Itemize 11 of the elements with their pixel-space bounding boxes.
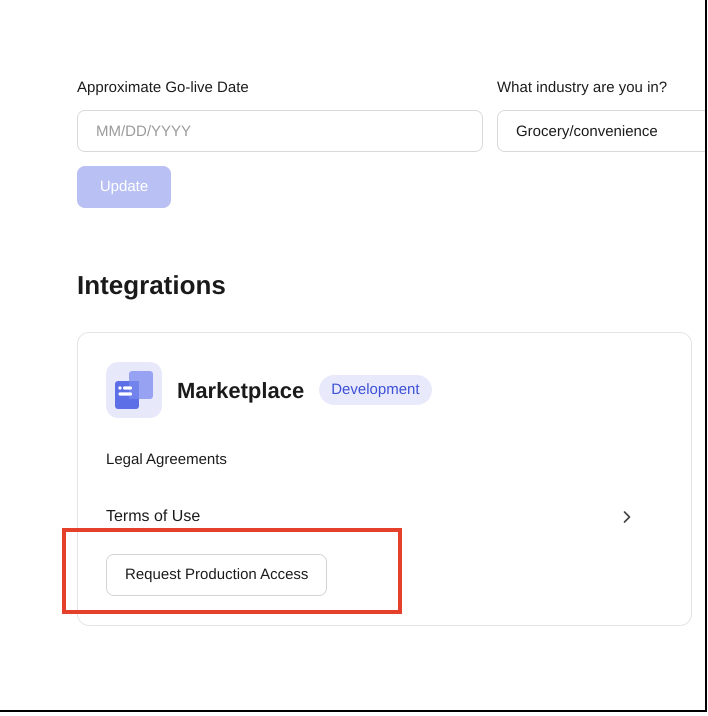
date-input-field[interactable]: MM/DD/YYYY: [77, 110, 483, 152]
request-access-button[interactable]: Request Production Access: [106, 554, 328, 596]
app-documents-icon: [106, 362, 162, 418]
field-label: What industry are you in?: [497, 78, 668, 98]
field-label: Approximate Go-live Date: [77, 78, 250, 98]
subsection-title: Legal Agreements: [106, 450, 227, 470]
integration-name: Marketplace: [177, 376, 304, 405]
industry-select-field[interactable]: Grocery/convenience: [497, 110, 705, 152]
status-badge: Development: [319, 374, 432, 406]
terms-link[interactable]: Terms of Use: [106, 508, 200, 526]
section-heading: Integrations: [77, 269, 227, 301]
